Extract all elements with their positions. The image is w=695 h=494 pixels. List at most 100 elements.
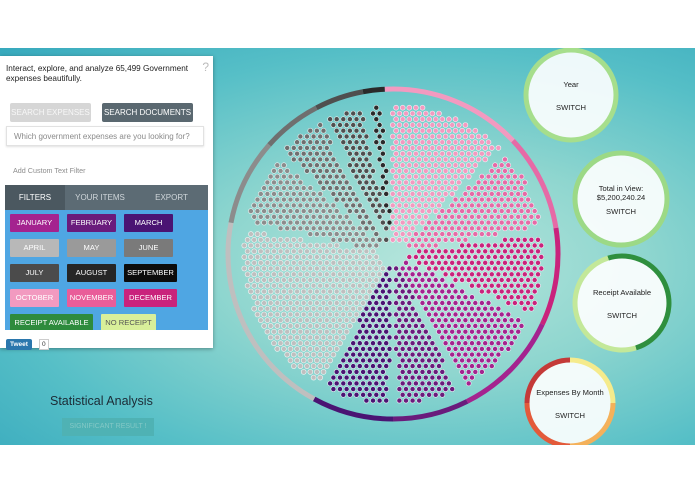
expense-dot[interactable] <box>505 208 512 214</box>
expense-dot[interactable] <box>492 323 498 329</box>
expense-dot[interactable] <box>446 288 452 295</box>
expense-dot[interactable] <box>512 334 518 341</box>
expense-dot[interactable] <box>452 127 459 134</box>
expense-dot[interactable] <box>413 242 419 249</box>
expense-dot[interactable] <box>508 237 515 243</box>
expense-dot[interactable] <box>521 271 528 278</box>
expense-dot[interactable] <box>465 265 472 272</box>
expense-dot[interactable] <box>492 219 498 226</box>
expense-dot[interactable] <box>297 271 304 278</box>
expense-dot[interactable] <box>416 260 423 266</box>
expense-dot[interactable] <box>442 179 449 186</box>
expense-dot[interactable] <box>366 311 373 318</box>
expense-dot[interactable] <box>380 323 386 329</box>
expense-dot[interactable] <box>432 323 439 329</box>
ring-switch-button-1[interactable]: SWITCH <box>541 103 601 112</box>
expense-dot[interactable] <box>317 340 324 347</box>
expense-dot[interactable] <box>508 317 515 324</box>
expense-dot[interactable] <box>505 185 512 191</box>
expense-dot[interactable] <box>399 311 406 318</box>
expense-dot[interactable] <box>281 323 287 329</box>
expense-dot[interactable] <box>485 357 492 364</box>
expense-dot[interactable] <box>449 133 456 140</box>
expense-dot[interactable] <box>363 133 370 140</box>
expense-dot[interactable] <box>257 191 264 197</box>
expense-dot[interactable] <box>320 162 327 168</box>
expense-dot[interactable] <box>508 328 515 335</box>
expense-dot[interactable] <box>360 346 366 352</box>
expense-dot[interactable] <box>284 328 291 335</box>
expense-dot[interactable] <box>337 133 343 140</box>
expense-dot[interactable] <box>267 208 274 214</box>
expense-dot[interactable] <box>502 260 508 266</box>
expense-dot[interactable] <box>521 305 528 312</box>
expense-dot[interactable] <box>274 254 281 260</box>
expense-dot[interactable] <box>284 294 291 300</box>
expense-dot[interactable] <box>281 254 287 260</box>
expense-dot[interactable] <box>422 363 429 369</box>
expense-dot[interactable] <box>515 260 522 266</box>
expense-dot[interactable] <box>380 391 386 398</box>
expense-dot[interactable] <box>356 168 363 174</box>
expense-dot[interactable] <box>455 225 462 232</box>
expense-dot[interactable] <box>449 351 456 358</box>
expense-dot[interactable] <box>495 351 502 358</box>
expense-dot[interactable] <box>429 363 436 369</box>
expense-dot[interactable] <box>356 340 363 347</box>
expense-dot[interactable] <box>356 122 363 128</box>
expense-dot[interactable] <box>472 231 479 237</box>
expense-dot[interactable] <box>310 248 317 255</box>
expense-dot[interactable] <box>350 110 357 117</box>
expense-dot[interactable] <box>413 346 419 352</box>
expense-dot[interactable] <box>403 191 409 197</box>
expense-dot[interactable] <box>287 300 294 306</box>
expense-dot[interactable] <box>422 248 429 255</box>
expense-dot[interactable] <box>416 122 423 128</box>
expense-dot[interactable] <box>363 328 370 335</box>
expense-dot[interactable] <box>327 265 333 272</box>
expense-dot[interactable] <box>455 179 462 186</box>
expense-dot[interactable] <box>366 242 373 249</box>
expense-dot[interactable] <box>340 173 347 180</box>
expense-dot[interactable] <box>251 271 257 278</box>
expense-dot[interactable] <box>254 208 261 214</box>
expense-dot[interactable] <box>462 340 469 347</box>
expense-dot[interactable] <box>465 346 472 352</box>
expense-dot[interactable] <box>422 225 429 232</box>
expense-dot[interactable] <box>337 179 343 186</box>
expense-dot[interactable] <box>512 300 518 306</box>
expense-dot[interactable] <box>406 139 413 145</box>
expense-dot[interactable] <box>455 248 462 255</box>
expense-dot[interactable] <box>294 300 300 306</box>
expense-dot[interactable] <box>267 323 274 329</box>
expense-dot[interactable] <box>446 162 452 168</box>
expense-dot[interactable] <box>419 150 426 157</box>
expense-dot[interactable] <box>469 374 475 381</box>
expense-dot[interactable] <box>432 208 439 214</box>
expense-dot[interactable] <box>482 179 489 186</box>
expense-dot[interactable] <box>281 196 287 203</box>
expense-dot[interactable] <box>485 265 492 272</box>
expense-dot[interactable] <box>360 288 366 295</box>
expense-dot[interactable] <box>459 311 465 318</box>
expense-dot[interactable] <box>320 300 327 306</box>
expense-dot[interactable] <box>294 242 300 249</box>
expense-dot[interactable] <box>452 357 459 364</box>
expense-dot[interactable] <box>366 277 373 283</box>
expense-dot[interactable] <box>317 294 324 300</box>
expense-dot[interactable] <box>376 237 383 243</box>
expense-dot[interactable] <box>422 145 429 151</box>
expense-dot[interactable] <box>488 248 495 255</box>
expense-dot[interactable] <box>396 225 403 232</box>
expense-dot[interactable] <box>297 202 304 209</box>
expense-dot[interactable] <box>337 317 343 324</box>
expense-dot[interactable] <box>373 208 380 214</box>
expense-dot[interactable] <box>462 374 469 381</box>
expense-dot[interactable] <box>261 254 267 260</box>
expense-dot[interactable] <box>518 277 525 283</box>
expense-dot[interactable] <box>446 231 452 237</box>
expense-dot[interactable] <box>455 328 462 335</box>
expense-dot[interactable] <box>350 260 357 266</box>
expense-dot[interactable] <box>383 397 390 404</box>
expense-dot[interactable] <box>281 219 287 226</box>
